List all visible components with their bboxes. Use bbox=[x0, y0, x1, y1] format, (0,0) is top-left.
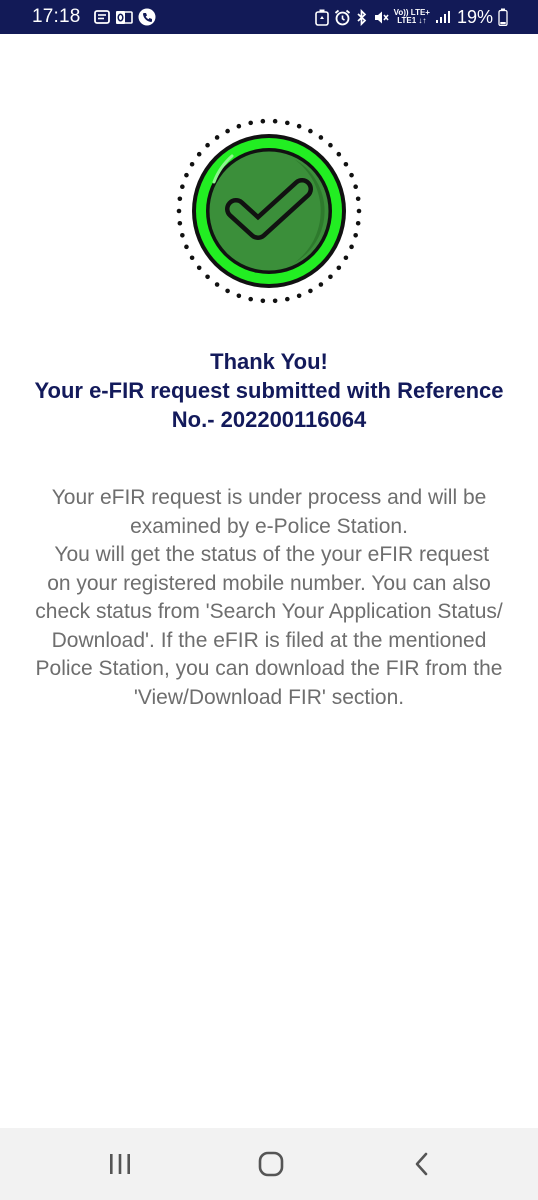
ring-dot bbox=[296, 293, 302, 299]
bluetooth-icon bbox=[356, 8, 368, 26]
ring-dot bbox=[355, 196, 361, 202]
ring-dot bbox=[285, 296, 290, 302]
ring-dot bbox=[318, 282, 324, 287]
signal-icon bbox=[435, 10, 451, 24]
ring-dot bbox=[349, 244, 354, 250]
network-label-bottom: LTE1 ↓↑ bbox=[397, 16, 427, 25]
ring-dot bbox=[184, 244, 189, 250]
ring-dot bbox=[205, 274, 210, 280]
ring-dot bbox=[353, 232, 358, 238]
status-bar-right: Vo)) LTE+ LTE1 ↓↑ 19% bbox=[310, 7, 508, 28]
submission-confirmation: Thank You! Your e-FIR request submitted … bbox=[0, 34, 538, 1128]
ring-dot bbox=[308, 288, 313, 294]
message-line: on your registered mobile number. You ca… bbox=[47, 571, 491, 595]
confirmation-heading: Thank You! Your e-FIR request submitted … bbox=[14, 347, 524, 434]
ring-dot bbox=[180, 184, 185, 190]
ring-dot bbox=[196, 265, 202, 271]
mute-icon bbox=[373, 9, 390, 26]
message-line: Police Station, you can download the FIR… bbox=[35, 657, 503, 680]
message-line: examined by e-Police Station. bbox=[130, 514, 408, 538]
ring-dot bbox=[248, 120, 253, 126]
ring-dot bbox=[272, 298, 278, 304]
message-line: 'View/Download FIR' section. bbox=[133, 685, 405, 709]
ring-dot bbox=[296, 123, 302, 129]
battery-icon bbox=[498, 8, 508, 26]
message-line: Your eFIR request is under process and w… bbox=[51, 486, 487, 509]
reference-number: No.- 202200116064 bbox=[171, 407, 367, 432]
ring-dot bbox=[248, 296, 253, 302]
ring-dot bbox=[318, 135, 324, 140]
ring-dot bbox=[236, 123, 242, 129]
message-line: check status from 'Search Your Applicati… bbox=[35, 600, 503, 623]
message-line: Download'. If the eFIR is filed at the m… bbox=[51, 628, 487, 652]
status-time: 17:18 bbox=[32, 6, 81, 27]
status-bar-left: 17:18 bbox=[32, 6, 156, 28]
ring-dot bbox=[189, 255, 195, 261]
ring-dot bbox=[336, 265, 342, 271]
ring-dot bbox=[177, 220, 183, 226]
recent-apps-icon[interactable] bbox=[100, 1144, 140, 1184]
thank-you-title: Thank You! bbox=[210, 349, 328, 374]
ring-dot bbox=[177, 196, 183, 202]
ring-dot bbox=[356, 208, 362, 214]
ring-dot bbox=[308, 128, 313, 134]
ring-dot bbox=[349, 172, 354, 178]
outlook-icon bbox=[115, 10, 133, 25]
system-nav-bar bbox=[0, 1128, 538, 1200]
ring-dot bbox=[180, 232, 185, 238]
status-bar: 17:18 Vo)) LTE+ LTE1 ↓↑ 19% bbox=[0, 0, 538, 34]
ring-dot bbox=[214, 282, 220, 287]
network-label: Vo)) LTE+ LTE1 ↓↑ bbox=[394, 9, 430, 25]
back-icon[interactable] bbox=[402, 1144, 442, 1184]
ring-dot bbox=[196, 151, 202, 157]
ring-dot bbox=[328, 274, 333, 280]
ring-dot bbox=[225, 128, 230, 134]
ring-dot bbox=[236, 293, 242, 299]
message-line: You will get the status of the your eFIR… bbox=[48, 543, 490, 566]
phone-call-icon bbox=[138, 8, 156, 26]
check-circle-icon bbox=[174, 116, 364, 306]
ring-dot bbox=[184, 172, 189, 178]
ring-dot bbox=[272, 118, 278, 124]
ring-dot bbox=[176, 208, 182, 214]
message-icon bbox=[93, 10, 110, 24]
ring-dot bbox=[353, 184, 358, 190]
ring-dot bbox=[260, 298, 266, 304]
ring-dot bbox=[285, 120, 290, 126]
ring-dot bbox=[260, 118, 266, 124]
battery-percent: 19% bbox=[456, 6, 493, 27]
recycle-icon bbox=[314, 9, 329, 26]
ring-dot bbox=[225, 288, 230, 294]
alarm-icon bbox=[334, 9, 351, 26]
ring-dot bbox=[343, 255, 349, 261]
home-icon[interactable] bbox=[251, 1144, 291, 1184]
ring-dot bbox=[328, 142, 333, 148]
reference-line: Your e-FIR request submitted with Refere… bbox=[34, 378, 504, 403]
ring-dot bbox=[355, 220, 361, 226]
ring-dot bbox=[336, 151, 342, 157]
success-badge-graphic bbox=[176, 118, 362, 304]
ring-dot bbox=[189, 161, 195, 167]
ring-dot bbox=[343, 161, 349, 167]
ring-dot bbox=[205, 142, 210, 148]
ring-dot bbox=[214, 135, 220, 140]
status-message: Your eFIR request is under process and w… bbox=[0, 484, 538, 712]
